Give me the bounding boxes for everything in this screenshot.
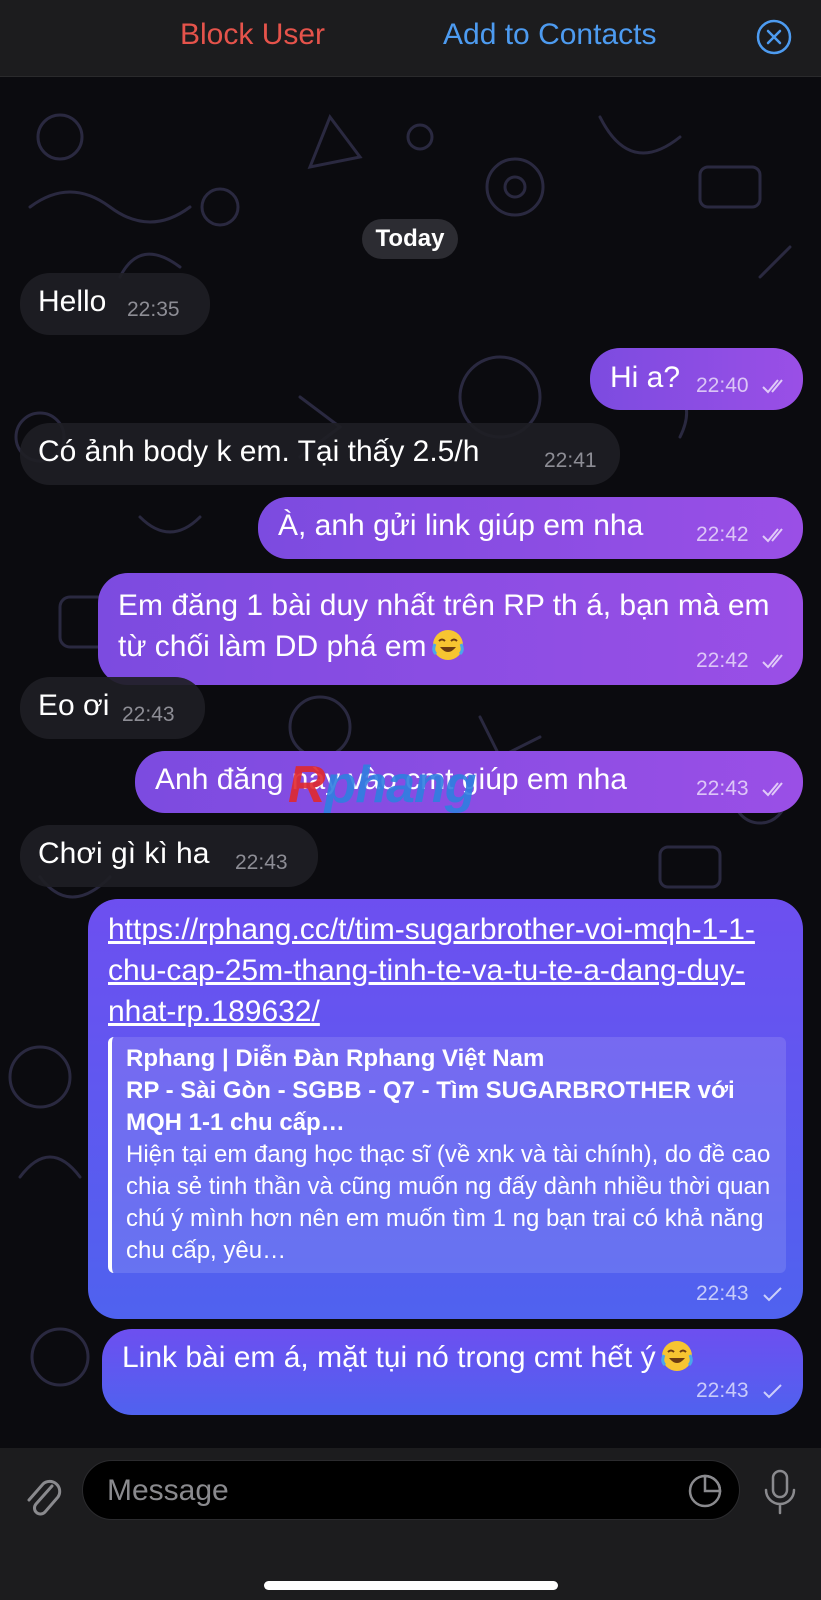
message-placeholder: Message <box>107 1474 229 1507</box>
sticker-icon[interactable] <box>687 1473 723 1509</box>
double-check-icon <box>762 654 783 669</box>
message-time: 22:43 <box>122 703 175 726</box>
link-preview[interactable]: Rphang | Diễn Đàn Rphang Việt Nam RP - S… <box>108 1037 786 1273</box>
double-check-icon <box>762 379 783 394</box>
tears-of-joy-emoji-icon <box>431 630 464 660</box>
outgoing-message[interactable]: Link bài em á, mặt tụi nó trong cmt hết … <box>102 1329 803 1415</box>
message-text: Hello <box>38 285 107 318</box>
microphone-icon[interactable] <box>760 1468 800 1516</box>
close-circle-icon[interactable] <box>756 19 792 55</box>
tears-of-joy-emoji-icon <box>660 1341 693 1371</box>
message-time: 22:42 <box>696 523 749 546</box>
message-link[interactable]: https://rphang.cc/t/tim-sugarbrother-voi… <box>108 909 758 1032</box>
message-input[interactable]: Message <box>82 1460 740 1520</box>
preview-title: RP - Sài Gòn - SGBB - Q7 - Tìm SUGARBROT… <box>126 1077 735 1136</box>
message-time: 22:40 <box>696 374 749 397</box>
link-message[interactable]: https://rphang.cc/t/tim-sugarbrother-voi… <box>88 899 803 1319</box>
message-text: Có ảnh body k em. Tại thấy 2.5/h <box>38 435 480 468</box>
message-time: 22:43 <box>235 851 288 874</box>
preview-description: Hiện tại em đang học thạc sĩ (về xnk và … <box>126 1141 771 1264</box>
top-action-bar: Block User Add to Contacts <box>0 0 821 77</box>
outgoing-message[interactable]: À, anh gửi link giúp em nha 22:42 <box>258 497 803 559</box>
outgoing-message[interactable]: Hi a? 22:40 <box>590 348 803 410</box>
preview-site-name: Rphang | Diễn Đàn Rphang Việt Nam <box>126 1045 545 1072</box>
message-input-bar: Message <box>0 1448 821 1600</box>
message-text: Eo ơi <box>38 689 110 722</box>
date-separator: Today <box>362 219 458 259</box>
home-indicator <box>264 1581 558 1590</box>
message-time: 22:43 <box>696 777 749 800</box>
message-time: 22:35 <box>127 298 180 321</box>
block-user-button[interactable]: Block User <box>180 18 325 52</box>
check-icon <box>763 1384 782 1399</box>
message-time: 22:43 <box>696 1282 749 1305</box>
message-text: Chơi gì kì ha <box>38 837 210 870</box>
message-time: 22:41 <box>544 449 597 472</box>
incoming-message[interactable]: Hello 22:35 <box>20 273 210 335</box>
incoming-message[interactable]: Chơi gì kì ha 22:43 <box>20 825 318 887</box>
add-to-contacts-button[interactable]: Add to Contacts <box>443 18 656 52</box>
message-text: Link bài em á, mặt tụi nó trong cmt hết … <box>122 1339 694 1375</box>
chat-area[interactable]: Today Hello 22:35 Hi a? 22:40 Có ảnh bod… <box>0 77 821 1448</box>
message-text: Hi a? <box>610 361 681 394</box>
check-icon <box>763 1287 782 1302</box>
incoming-message[interactable]: Eo ơi 22:43 <box>20 677 205 739</box>
outgoing-message[interactable]: Em đăng 1 bài duy nhất trên RP th á, bạn… <box>98 573 803 685</box>
rphang-watermark: Rphang <box>288 756 477 814</box>
double-check-icon <box>762 782 783 797</box>
message-time: 22:42 <box>696 649 749 672</box>
incoming-message[interactable]: Có ảnh body k em. Tại thấy 2.5/h 22:41 <box>20 423 620 485</box>
double-check-icon <box>762 528 783 543</box>
message-text: À, anh gửi link giúp em nha <box>278 509 644 542</box>
message-text: Em đăng 1 bài duy nhất trên RP th á, bạn… <box>118 589 770 663</box>
paperclip-icon[interactable] <box>22 1472 62 1518</box>
message-time: 22:43 <box>696 1379 749 1402</box>
